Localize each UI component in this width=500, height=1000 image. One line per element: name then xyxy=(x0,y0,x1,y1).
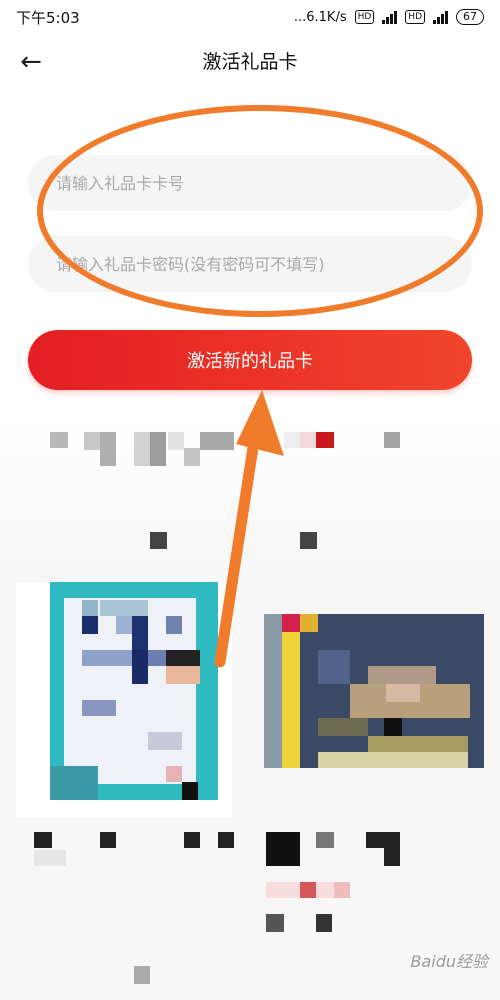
card-password-field[interactable] xyxy=(28,236,472,292)
network-speed: ...6.1K/s xyxy=(293,9,347,25)
status-bar: 下午5:03 ...6.1K/s HD HD 67 xyxy=(0,0,500,34)
mosaic-block xyxy=(150,532,167,549)
card-password-input[interactable] xyxy=(54,253,446,275)
mosaic-block xyxy=(384,848,400,866)
mosaic-block xyxy=(84,432,100,450)
mosaic-block xyxy=(168,432,184,450)
mosaic-block xyxy=(134,966,150,984)
hd-badge-2: HD xyxy=(405,10,425,24)
mosaic-block xyxy=(218,832,234,848)
watermark: Baidu经验 xyxy=(410,952,488,971)
header: ← 激活礼品卡 xyxy=(0,34,500,90)
mosaic-block xyxy=(316,832,334,848)
mosaic-block xyxy=(34,832,52,848)
mosaic-block xyxy=(266,832,300,866)
mosaic-block xyxy=(34,850,66,866)
signal-icon xyxy=(382,10,398,24)
mosaic-block xyxy=(284,432,300,448)
status-time: 下午5:03 xyxy=(16,8,80,27)
status-icons: ...6.1K/s HD HD 67 xyxy=(294,9,484,25)
signal-icon-2 xyxy=(433,10,448,24)
product-image-left[interactable] xyxy=(16,582,232,818)
mosaic-block xyxy=(150,432,166,466)
mosaic-block xyxy=(316,432,334,448)
hd-badge: HD xyxy=(354,10,375,24)
mosaic-block xyxy=(266,914,284,932)
battery-icon: 67 xyxy=(456,9,484,25)
mosaic-block xyxy=(334,882,350,898)
mosaic-block xyxy=(384,432,400,448)
mosaic-block xyxy=(184,448,200,466)
product-image-right[interactable] xyxy=(264,614,484,768)
mosaic-block xyxy=(100,432,116,466)
mosaic-block xyxy=(300,882,316,898)
mosaic-block xyxy=(300,532,317,549)
card-number-input[interactable] xyxy=(54,172,446,194)
page-title: 激活礼品卡 xyxy=(202,51,298,73)
mosaic-block xyxy=(300,432,316,448)
activate-gift-card-button[interactable]: 激活新的礼品卡 xyxy=(28,330,472,390)
mosaic-block xyxy=(184,832,200,848)
mosaic-block xyxy=(50,432,68,448)
mosaic-block xyxy=(100,832,116,848)
mosaic-block xyxy=(316,914,332,932)
card-number-field[interactable] xyxy=(28,155,472,211)
mosaic-block xyxy=(366,832,400,848)
mosaic-block xyxy=(200,432,234,450)
